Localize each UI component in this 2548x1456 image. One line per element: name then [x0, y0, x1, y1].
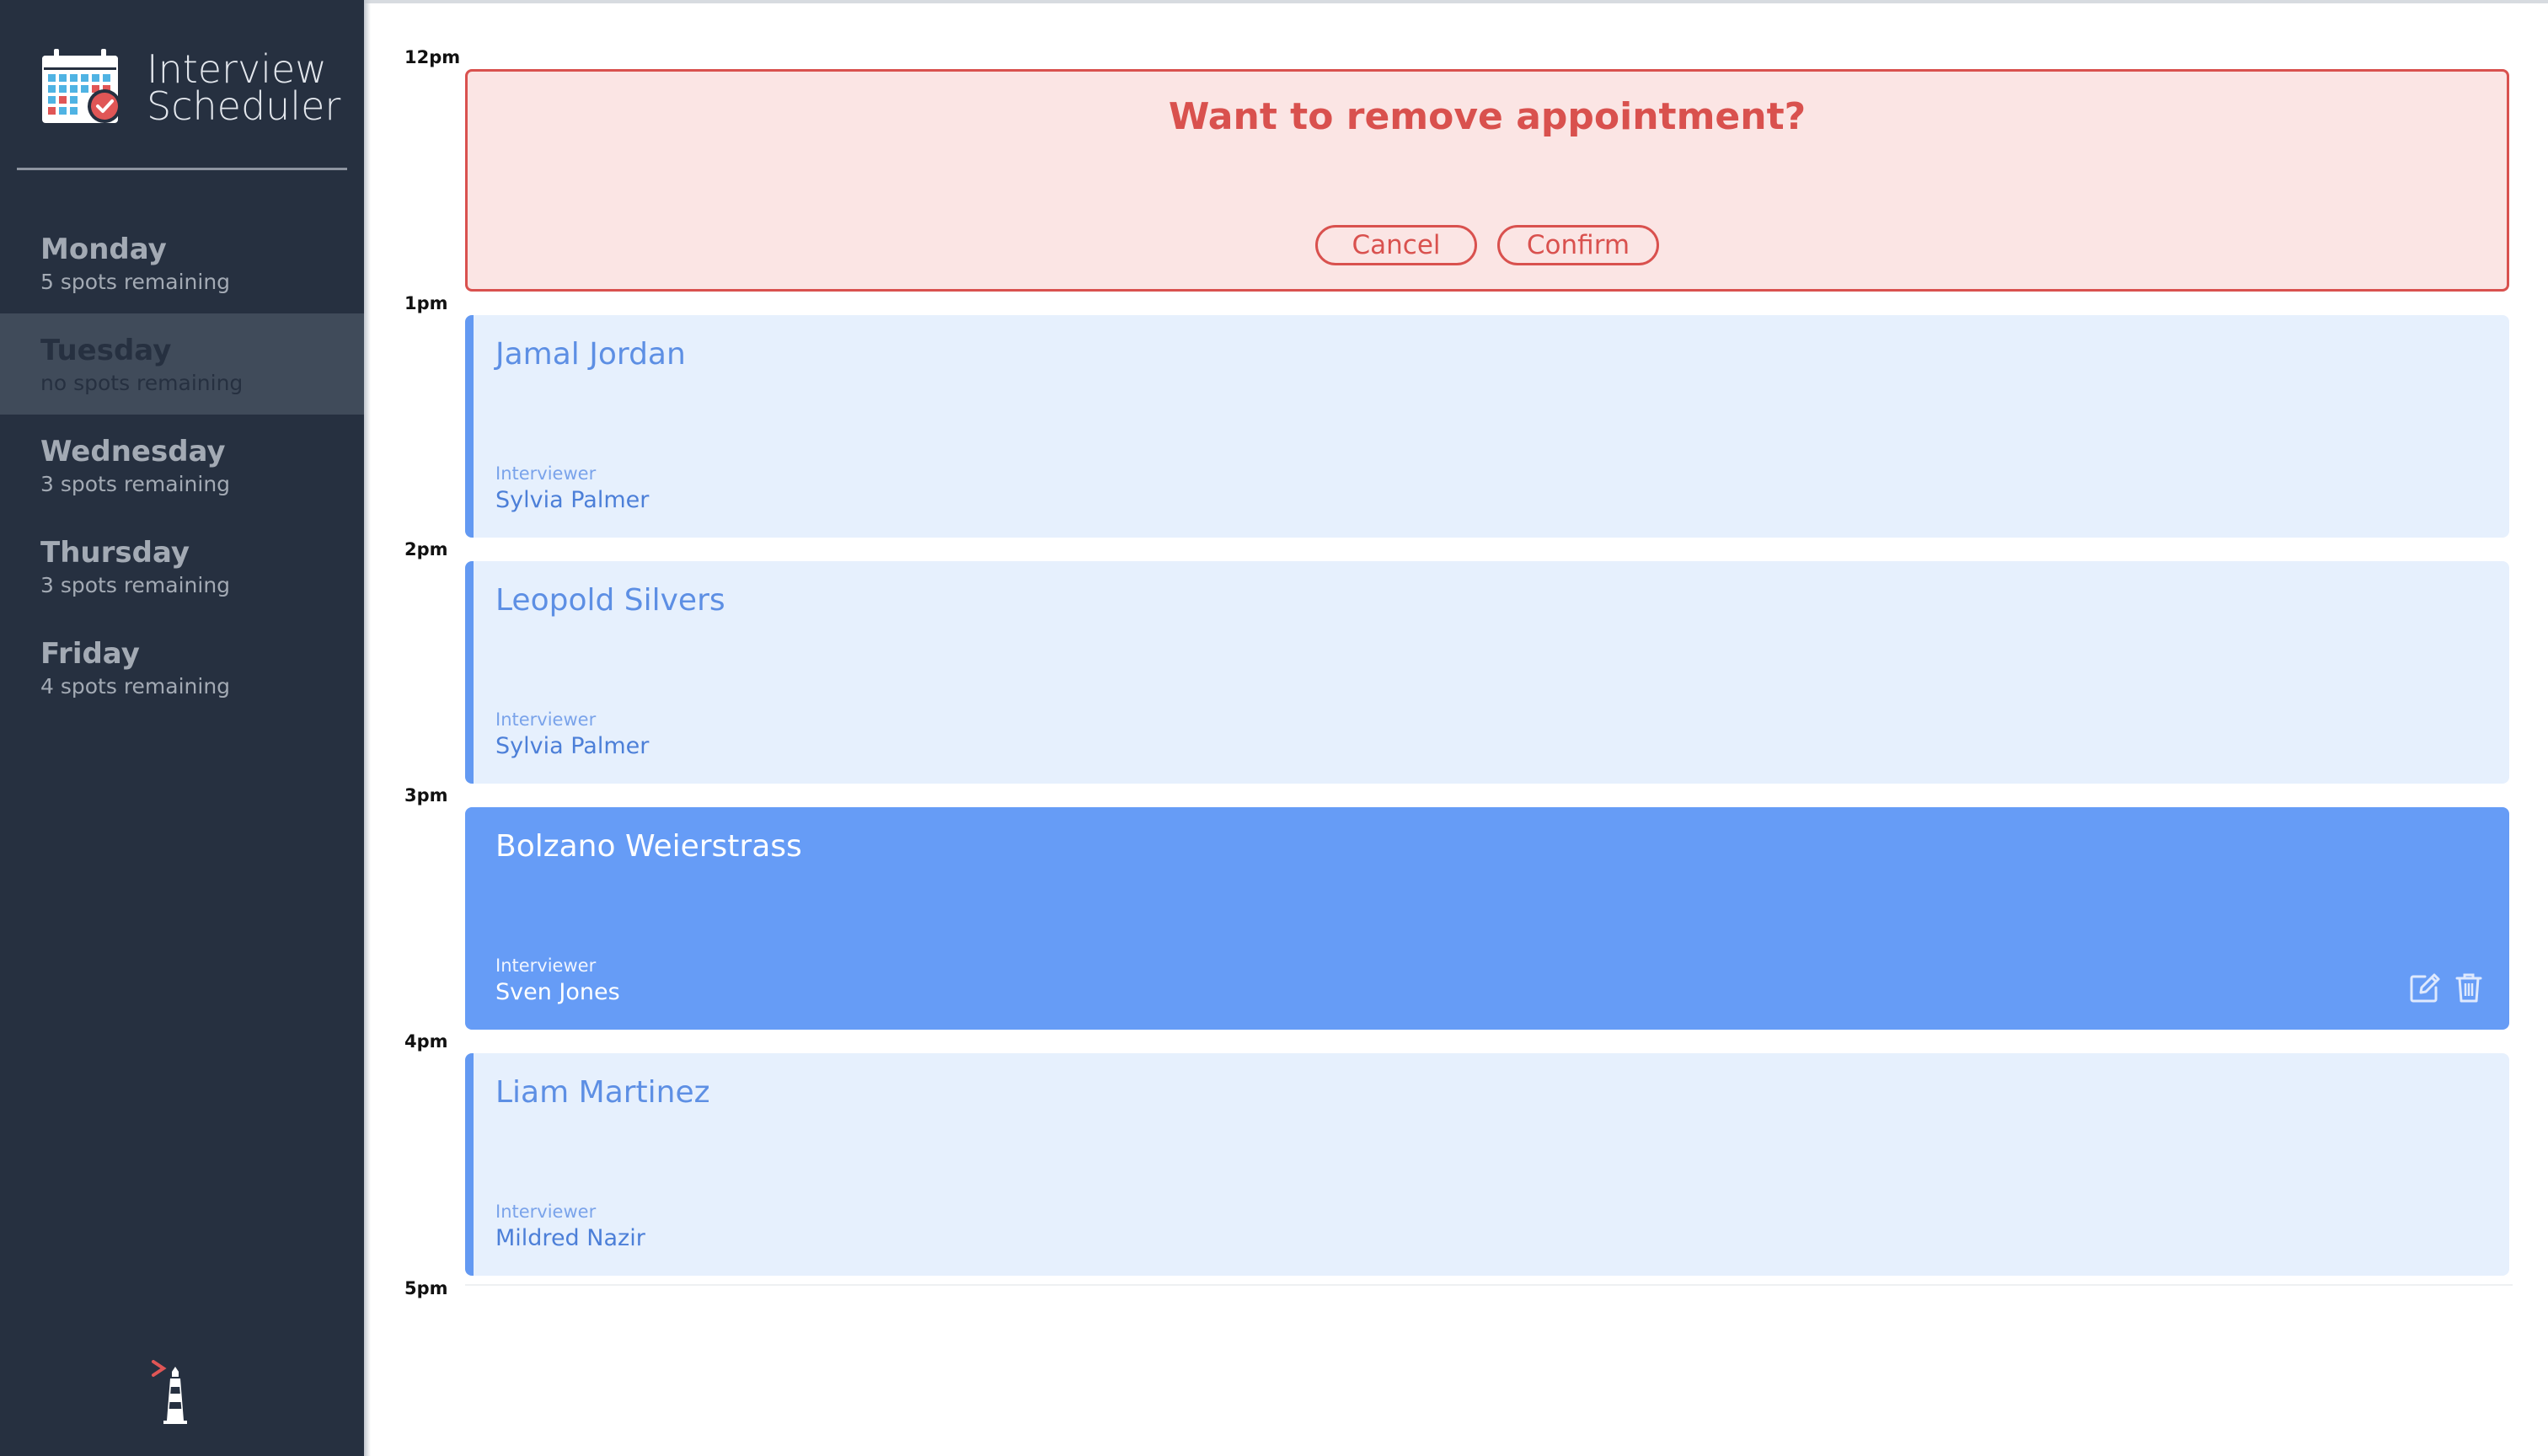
day-name: Tuesday [40, 334, 172, 367]
day-item-monday[interactable]: Monday 5 spots remaining [0, 212, 364, 313]
confirm-button[interactable]: Confirm [1497, 225, 1659, 265]
appointment-card-hovered[interactable]: Bolzano Weierstrass Interviewer Sven Jon… [465, 807, 2509, 1030]
day-item-wednesday[interactable]: Wednesday 3 spots remaining [0, 415, 364, 516]
top-border [364, 0, 2548, 3]
trash-icon[interactable] [2452, 971, 2486, 1004]
day-list: Monday 5 spots remaining Tuesday no spot… [0, 212, 364, 718]
edit-icon[interactable] [2408, 971, 2442, 1004]
app-title-line1: Interview [147, 46, 327, 92]
day-item-thursday[interactable]: Thursday 3 spots remaining [0, 516, 364, 617]
confirm-actions: Cancel Confirm [468, 225, 2507, 265]
day-spots: no spots remaining [40, 371, 244, 395]
time-label-12pm: 12pm [404, 47, 461, 67]
app-title-line2: Scheduler [147, 83, 341, 129]
calendar-check-icon [42, 49, 121, 123]
interviewer-name: Sylvia Palmer [495, 487, 650, 513]
app-brand: Interview Scheduler [40, 47, 340, 128]
cancel-button[interactable]: Cancel [1315, 225, 1477, 265]
sidebar-shadow [364, 0, 371, 1456]
student-name: Bolzano Weierstrass [495, 829, 802, 864]
student-name: Liam Martinez [495, 1075, 710, 1110]
day-name: Friday [40, 637, 140, 671]
day-spots: 4 spots remaining [40, 674, 231, 699]
day-name: Thursday [40, 536, 190, 570]
lighthouse-logo [152, 1360, 187, 1424]
appointment-card[interactable]: Liam Martinez Interviewer Mildred Nazir [465, 1053, 2509, 1276]
confirm-message: Want to remove appointment? [1168, 95, 1807, 138]
day-name: Monday [40, 233, 167, 266]
sidebar-divider [17, 168, 347, 170]
time-label-2pm: 2pm [404, 539, 448, 559]
delete-confirmation: Want to remove appointment? Cancel Confi… [465, 69, 2509, 292]
interviewer-name: Sylvia Palmer [495, 733, 650, 759]
day-spots: 3 spots remaining [40, 573, 231, 597]
interviewer-label: Interviewer [495, 709, 597, 730]
interviewer-name: Sven Jones [495, 979, 620, 1005]
day-item-friday[interactable]: Friday 4 spots remaining [0, 617, 364, 718]
appointment-card[interactable]: Leopold Silvers Interviewer Sylvia Palme… [465, 561, 2509, 784]
sidebar: Interview Scheduler Monday 5 spots remai… [0, 0, 364, 1456]
time-label-5pm: 5pm [404, 1278, 448, 1298]
slot-divider [465, 1284, 2513, 1286]
time-label-3pm: 3pm [404, 785, 448, 806]
day-spots: 3 spots remaining [40, 472, 231, 496]
appointment-actions [2398, 971, 2486, 1004]
interviewer-label: Interviewer [495, 463, 597, 484]
day-item-tuesday[interactable]: Tuesday no spots remaining [0, 313, 364, 415]
interviewer-label: Interviewer [495, 956, 597, 976]
time-label-1pm: 1pm [404, 293, 448, 313]
schedule: 12pm 1pm 2pm 3pm 4pm 5pm Want to remove … [364, 0, 2548, 1456]
time-label-4pm: 4pm [404, 1031, 448, 1052]
appointment-card[interactable]: Jamal Jordan Interviewer Sylvia Palmer [465, 315, 2509, 538]
student-name: Jamal Jordan [495, 337, 686, 372]
day-name: Wednesday [40, 435, 226, 468]
student-name: Leopold Silvers [495, 583, 725, 618]
interviewer-name: Mildred Nazir [495, 1225, 645, 1251]
day-spots: 5 spots remaining [40, 270, 231, 294]
interviewer-label: Interviewer [495, 1202, 597, 1222]
app-title: Interview Scheduler [147, 46, 341, 129]
